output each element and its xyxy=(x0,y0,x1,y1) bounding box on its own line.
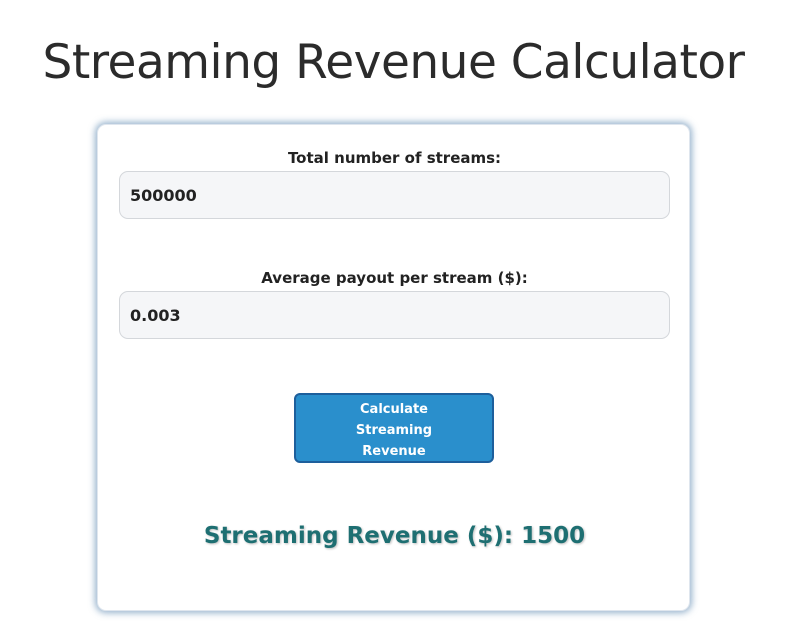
payout-label: Average payout per stream ($): xyxy=(261,269,528,287)
calculate-button[interactable]: Calculate Streaming Revenue xyxy=(294,393,494,463)
page-title: Streaming Revenue Calculator xyxy=(42,35,745,90)
streams-label: Total number of streams: xyxy=(287,149,502,167)
result-display: Streaming Revenue ($): 1500 xyxy=(98,521,691,551)
result-value: 1500 xyxy=(521,523,586,549)
payout-input[interactable] xyxy=(119,291,670,339)
calculator-card: Total number of streams: Average payout … xyxy=(97,124,690,611)
streams-input[interactable] xyxy=(119,171,670,219)
result-label: Streaming Revenue ($): xyxy=(203,523,514,549)
